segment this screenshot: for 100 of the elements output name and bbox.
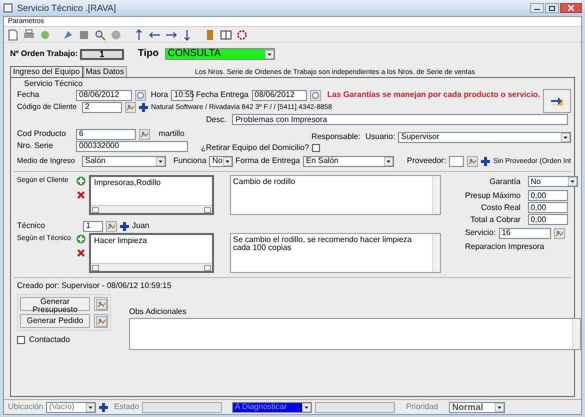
list-box[interactable]: Impresoras,Rodillo [89, 175, 214, 215]
dropdown-arrow-icon[interactable] [222, 156, 232, 166]
notes-area[interactable] [129, 318, 581, 350]
contacted-checkbox[interactable] [17, 336, 25, 344]
field-label: Presup Máximo [465, 192, 521, 200]
list-box[interactable]: Hacer limpieza [89, 233, 214, 273]
priority-dropdown[interactable]: Normal [449, 402, 506, 412]
pickup-checkbox[interactable] [312, 144, 320, 152]
delete-icon[interactable] [76, 190, 86, 200]
dropdown-arrow-icon[interactable] [302, 402, 312, 412]
down-arrow-icon[interactable] [181, 28, 193, 40]
technician-field[interactable]: 1 [83, 220, 103, 232]
works-dropdown[interactable]: No [209, 156, 233, 166]
action-button[interactable]: Generar Pedido [20, 314, 90, 328]
supplier-field[interactable] [449, 156, 464, 166]
field-label: Ubicación [8, 403, 44, 411]
minimize-button[interactable] [530, 3, 544, 13]
vertical-scrollbar [432, 234, 440, 272]
location-dropdown[interactable]: (Vacío) [46, 402, 96, 412]
intake-dropdown[interactable]: Salón [82, 156, 166, 166]
serial-number-field[interactable]: 000332000 [76, 140, 188, 152]
tab[interactable]: Mas Datos [82, 66, 127, 77]
field-label: Responsable: [311, 133, 360, 141]
field-label: Usuario: [365, 133, 396, 141]
window-title: Servicio Técnico .[RAVA] [17, 4, 116, 12]
group-title: Servicio Técnico [24, 80, 84, 88]
exit-button[interactable] [543, 89, 571, 113]
order-number: 1 [80, 48, 124, 60]
dropdown-arrow-icon[interactable] [568, 177, 577, 186]
add-icon[interactable] [99, 402, 108, 412]
maximize-button[interactable] [545, 3, 559, 13]
lookup-icon[interactable] [125, 102, 136, 112]
field-label: Obs Adicionales [129, 308, 188, 316]
field-label: Nro. Serie [17, 142, 54, 150]
type-label: Tipo [138, 49, 159, 59]
text-area[interactable]: Cambio de rodillo [230, 175, 441, 215]
description-field[interactable]: Problemas con Impresora [232, 114, 568, 125]
field-label: Total a Cobrar [470, 216, 521, 224]
warranty-dropdown[interactable]: No [528, 176, 578, 187]
lookup-icon[interactable] [467, 156, 478, 166]
magnifier-icon[interactable] [94, 28, 106, 40]
printer-icon[interactable] [23, 28, 35, 40]
lookup-icon[interactable] [554, 228, 565, 238]
service-name: Reparacion Impresora [465, 243, 546, 251]
user-dropdown[interactable]: Supervisor [398, 132, 571, 142]
field-label: Servicio: [465, 229, 496, 237]
list-item: Impresoras,Rodillo [94, 179, 162, 187]
field-label: Forma de Entrega [236, 157, 300, 165]
field-label: Fecha Entrega [196, 91, 249, 99]
dropdown-arrow-icon[interactable] [264, 50, 274, 58]
delivery-dropdown[interactable]: En Salón [303, 156, 394, 166]
service-field[interactable]: 16 [498, 228, 551, 238]
dropdown-arrow-icon[interactable] [495, 402, 504, 412]
checkbox-label: Contactado [29, 336, 70, 344]
product-name: martillo [158, 130, 184, 138]
close-button[interactable] [560, 3, 582, 13]
lookup-icon[interactable] [96, 298, 106, 310]
add-icon[interactable] [481, 156, 490, 166]
field-label: Estado [114, 403, 140, 411]
field-label: Prioridad [406, 403, 438, 411]
lookup-icon[interactable] [106, 220, 117, 232]
vertical-scrollbar [432, 176, 440, 214]
amount-field[interactable]: 0,00 [528, 214, 568, 225]
dropdown-arrow-icon[interactable] [561, 132, 570, 142]
product-code-field[interactable]: 6 [76, 128, 136, 140]
delete-icon[interactable] [76, 248, 86, 258]
state-dropdown[interactable]: A Diagnosticar [232, 402, 312, 412]
add-icon[interactable] [76, 176, 86, 186]
list-item: Hacer limpieza [94, 237, 148, 245]
close-icon [568, 5, 574, 11]
checkbox-label: ¿Retirar Equipo del Domicilio? [201, 144, 310, 152]
text-area[interactable]: Se cambio el rodillo, se recomendo hacer limpieza cada 100 copias [230, 233, 441, 273]
amount-field[interactable]: 0,00 [528, 202, 568, 213]
add-icon[interactable] [120, 222, 129, 230]
columns-icon[interactable] [220, 28, 232, 40]
horizontal-scrollbar[interactable] [91, 263, 212, 271]
dropdown-arrow-icon[interactable] [86, 402, 96, 412]
field-label: Técnico [17, 222, 46, 230]
time-field[interactable]: 10:55 [171, 90, 194, 100]
arrow-icon [549, 94, 566, 108]
date-field[interactable]: 08/06/2012 [76, 90, 132, 100]
field-label: Hora [150, 91, 168, 99]
field-label: Desc. [206, 116, 226, 124]
stop-icon[interactable] [78, 28, 90, 40]
tab[interactable]: Ingreso del Equipo [10, 66, 83, 77]
dropdown-arrow-icon[interactable] [384, 156, 393, 166]
type-dropdown[interactable]: CONSULTA [164, 48, 275, 60]
lookup-icon[interactable] [138, 128, 150, 140]
horizontal-scrollbar[interactable] [91, 205, 212, 213]
field-label: Cod Producto [17, 130, 67, 138]
field-label: Garantía [489, 178, 521, 186]
date-field[interactable]: 08/06/2012 [252, 90, 308, 100]
client-code-field[interactable]: 2 [82, 102, 122, 112]
amount-field[interactable]: 0,00 [528, 190, 568, 201]
window-icon [3, 3, 13, 13]
field-label: Funciona [173, 157, 206, 165]
add-icon[interactable] [139, 102, 148, 112]
lookup-icon[interactable] [96, 316, 106, 326]
dropdown-arrow-icon[interactable] [156, 156, 166, 166]
add-icon[interactable] [76, 234, 86, 244]
